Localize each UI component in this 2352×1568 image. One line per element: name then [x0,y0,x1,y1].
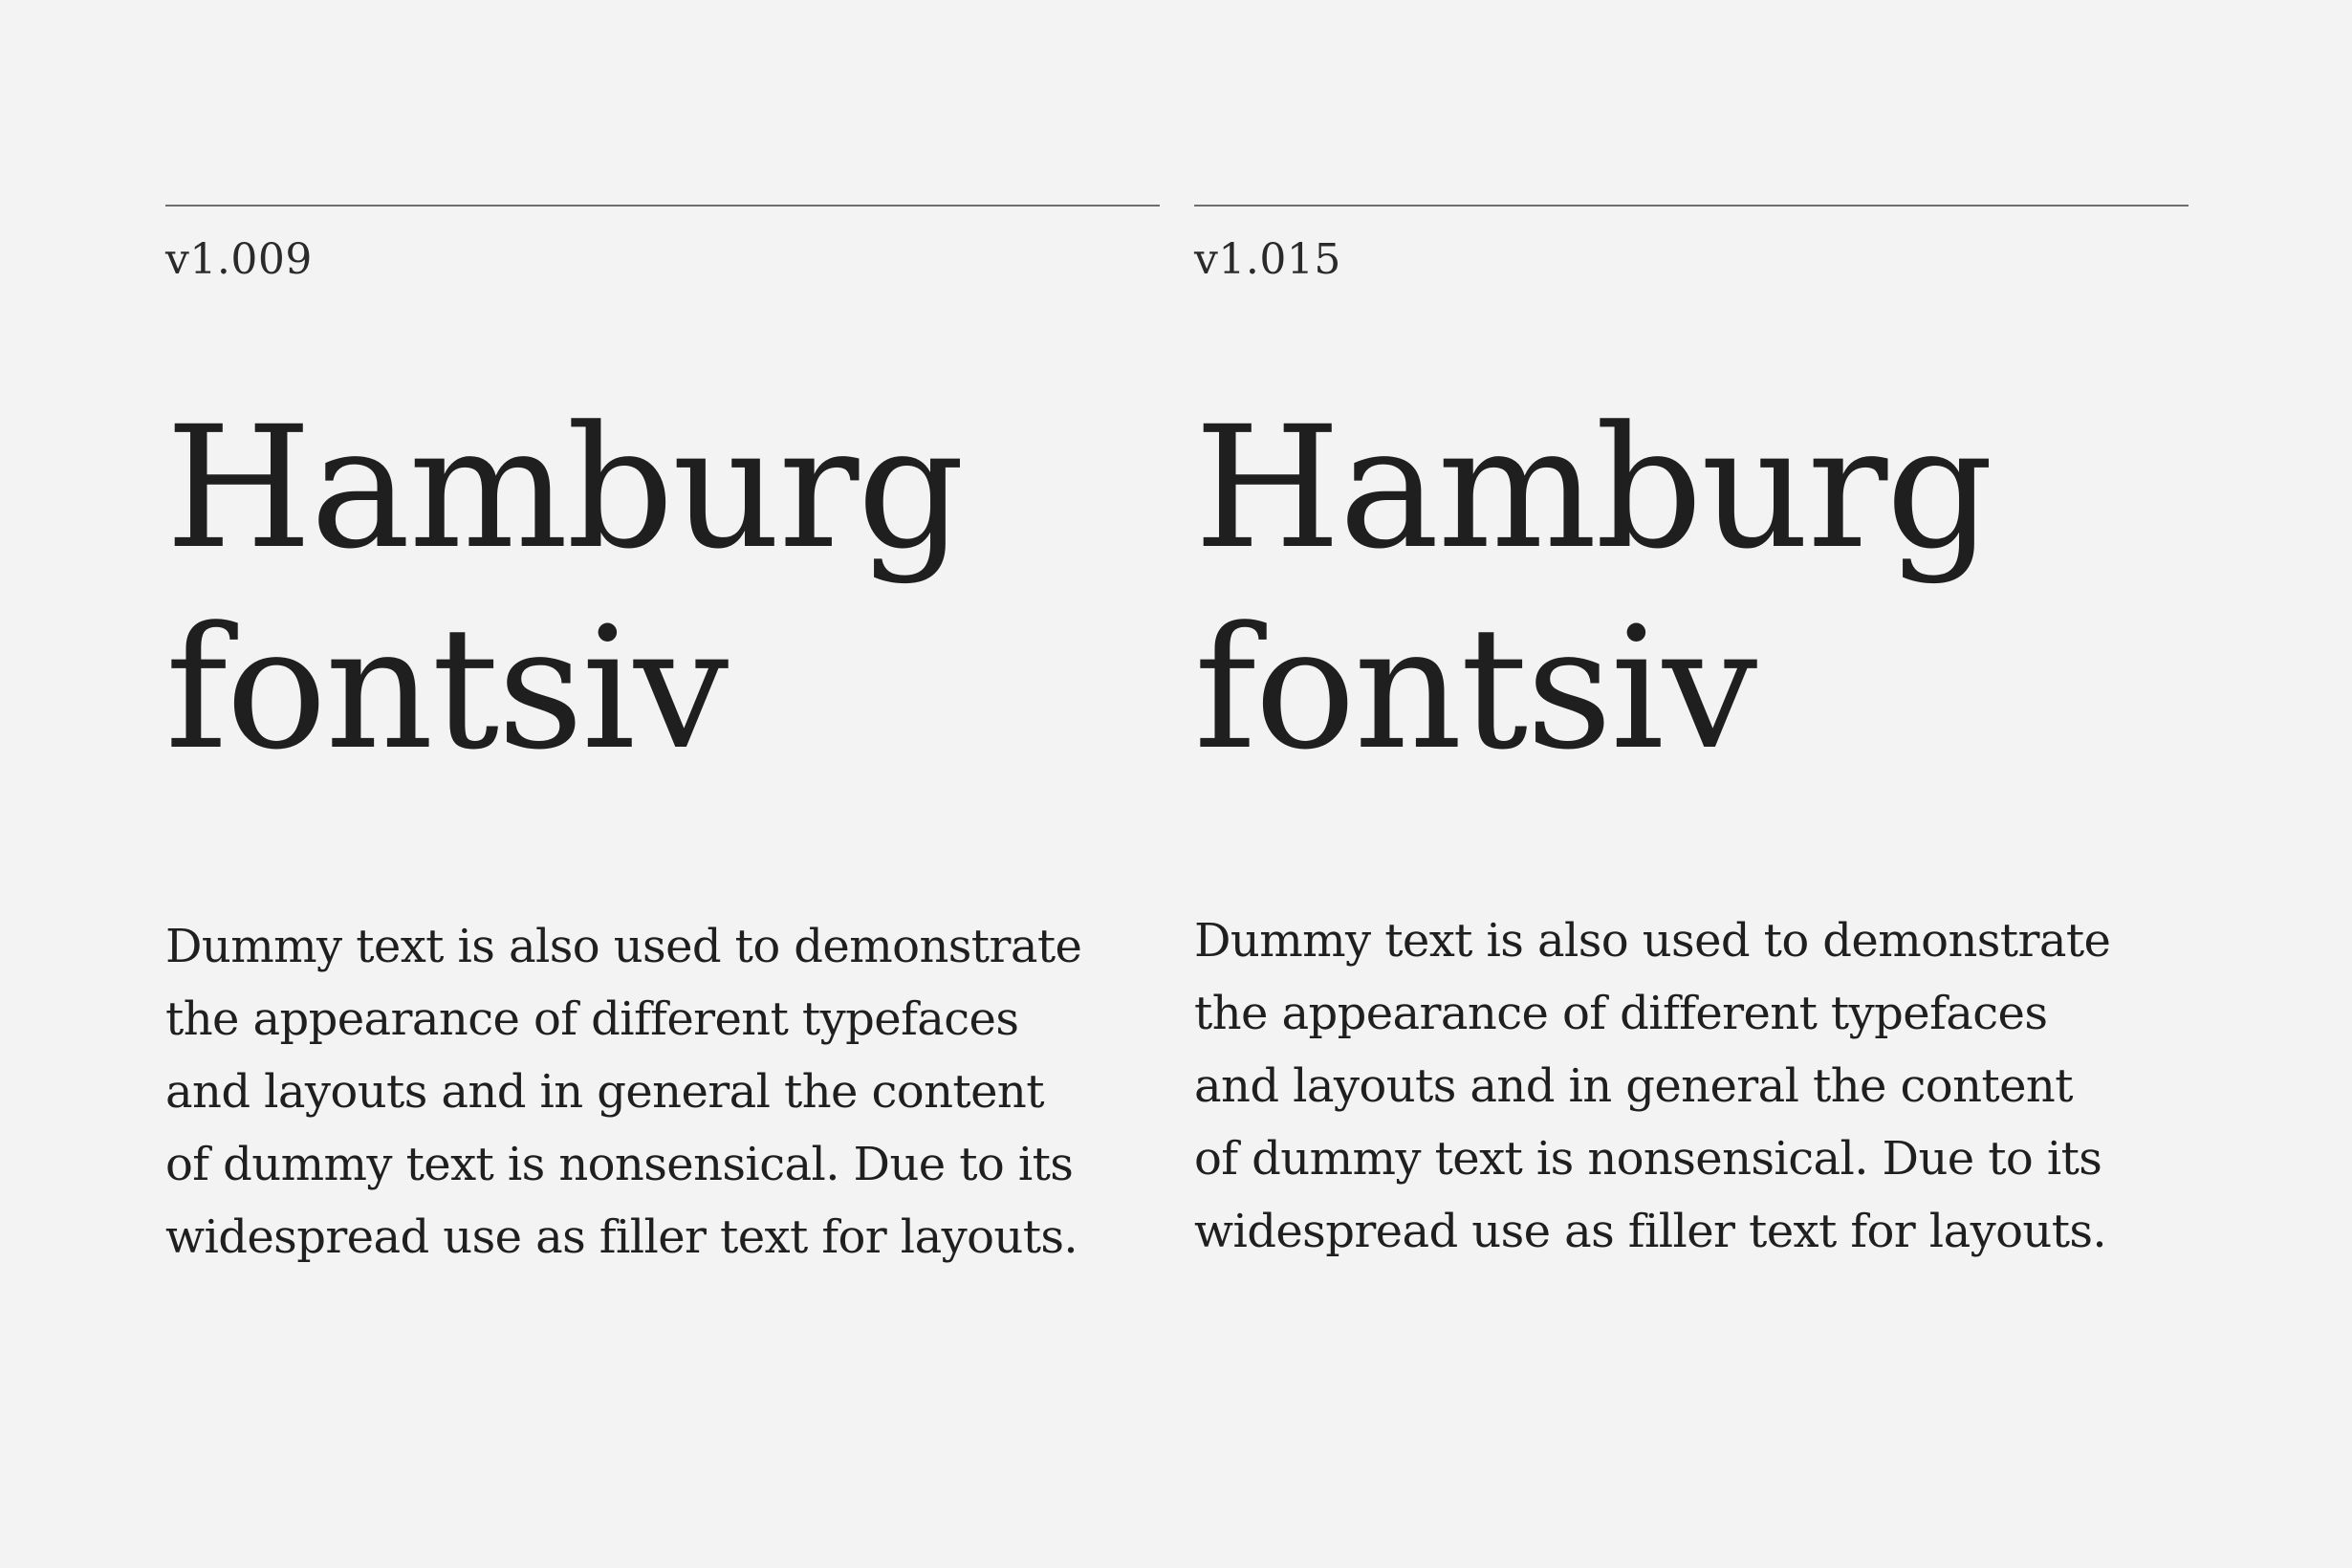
display-line: fontsiv [1194,591,1757,787]
display-specimen: Hamburg fontsiv [1194,388,2189,790]
body-line: and layouts and in general the content [1194,1059,2074,1113]
display-line: Hamburg [1194,390,1993,586]
body-line: the appearance of different typefaces [1194,987,2048,1040]
top-rule [165,205,1160,207]
version-label: v1.009 [165,235,313,284]
top-rule [1194,205,2189,207]
body-line: Dummy text is also used to demonstrate [165,920,1082,973]
body-line: of dummy text is nonsensical. Due to its [1194,1132,2102,1186]
version-label: v1.015 [1194,235,1341,284]
body-line: and layouts and in general the content [165,1065,1045,1119]
body-line: of dummy text is nonsensical. Due to its [165,1138,1074,1191]
body-line: the appearance of different typefaces [165,992,1019,1046]
display-specimen: Hamburg fontsiv [165,388,1160,790]
specimen-column-v1009: v1.009 Hamburg fontsiv Dummy text is als… [165,205,1160,1264]
body-line: Dummy text is also used to demonstrate [1194,914,2111,968]
display-line: Hamburg [165,390,965,586]
body-line: widespread use as filler text for layout… [1194,1205,2107,1258]
body-text-specimen: Dummy text is also used to demonstrate t… [165,910,1179,1274]
body-text-specimen: Dummy text is also used to demonstrate t… [1194,904,2208,1268]
body-line: widespread use as filler text for layout… [165,1210,1078,1264]
specimen-column-v1015: v1.015 Hamburg fontsiv Dummy text is als… [1194,205,2189,1258]
display-line: fontsiv [165,591,729,787]
